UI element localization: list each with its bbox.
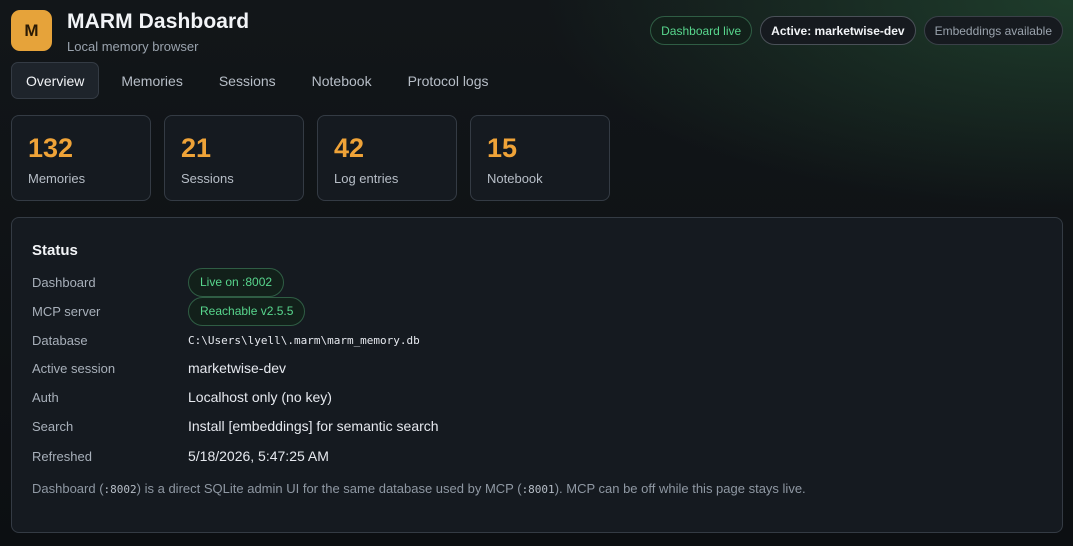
footnote-text: ) is a direct SQLite admin UI for the sa… — [136, 481, 522, 496]
status-row-label: Dashboard — [32, 274, 96, 290]
tab-sessions[interactable]: Sessions — [201, 62, 294, 99]
auth-value: Localhost only (no key) — [188, 389, 332, 405]
tab-memories[interactable]: Memories — [103, 62, 200, 99]
header-status-pills: Dashboard live Active: marketwise-dev Em… — [650, 16, 1063, 45]
status-row-label: Auth — [32, 389, 59, 405]
stat-label: Memories — [28, 171, 86, 186]
active-session-pill: Active: marketwise-dev — [760, 16, 916, 45]
status-row-label: Database — [32, 332, 88, 348]
app-title: MARM Dashboard — [67, 10, 250, 33]
search-value: Install [embeddings] for semantic search — [188, 418, 439, 434]
dashboard-status-badge: Live on :8002 — [188, 267, 285, 297]
refreshed-timestamp: 5/18/2026, 5:47:25 AM — [188, 448, 329, 464]
app-logo: M — [11, 10, 52, 51]
mcp-status-badge: Reachable v2.5.5 — [188, 296, 306, 326]
stat-label: Notebook — [487, 171, 543, 186]
status-panel: Status Dashboard Live on :8002 MCP serve… — [11, 217, 1063, 533]
footnote-text: Dashboard ( — [32, 481, 104, 496]
embeddings-pill: Embeddings available — [923, 16, 1063, 45]
status-row-search: Search Install [embeddings] for semantic… — [32, 412, 1042, 440]
mcp-port-code: :8001 — [521, 483, 555, 496]
header: M MARM Dashboard Local memory browser Da… — [11, 10, 1063, 54]
status-row-mcp-server: MCP server Reachable v2.5.5 — [32, 296, 1042, 326]
status-row-label: Search — [32, 418, 74, 434]
main-tabs: Overview Memories Sessions Notebook Prot… — [11, 62, 507, 99]
stats-cards: 132 Memories 21 Sessions 42 Log entries … — [11, 115, 610, 201]
dashboard-port-code: :8002 — [103, 483, 137, 496]
stat-value: 15 — [487, 133, 518, 163]
status-row-database: Database C:\Users\lyell\.marm\marm_memor… — [32, 326, 1042, 354]
stat-card-memories: 132 Memories — [11, 115, 151, 201]
stat-label: Sessions — [181, 171, 234, 186]
tab-protocol-logs[interactable]: Protocol logs — [390, 62, 507, 99]
status-panel-title: Status — [32, 242, 78, 259]
status-row-label: Active session — [32, 360, 116, 376]
stat-card-sessions: 21 Sessions — [164, 115, 304, 201]
database-path: C:\Users\lyell\.marm\marm_memory.db — [188, 333, 420, 347]
tab-notebook[interactable]: Notebook — [294, 62, 390, 99]
stat-label: Log entries — [334, 171, 399, 186]
stat-value: 21 — [181, 133, 212, 163]
stat-value: 42 — [334, 133, 365, 163]
active-session-value: marketwise-dev — [188, 360, 287, 376]
status-row-auth: Auth Localhost only (no key) — [32, 383, 1042, 411]
status-row-active-session: Active session marketwise-dev — [32, 354, 1042, 382]
stat-card-notebook: 15 Notebook — [470, 115, 610, 201]
status-row-dashboard: Dashboard Live on :8002 — [32, 267, 1042, 297]
stat-value: 132 — [28, 133, 74, 163]
stat-card-log-entries: 42 Log entries — [317, 115, 457, 201]
status-row-label: Refreshed — [32, 448, 92, 464]
app-subtitle: Local memory browser — [67, 39, 199, 54]
status-row-label: MCP server — [32, 303, 101, 319]
dashboard-live-pill: Dashboard live — [650, 16, 753, 45]
status-footnote: Dashboard (:8002) is a direct SQLite adm… — [32, 481, 806, 496]
status-row-refreshed: Refreshed 5/18/2026, 5:47:25 AM — [32, 442, 1042, 470]
footnote-text: ). MCP can be off while this page stays … — [554, 481, 806, 496]
tab-overview[interactable]: Overview — [11, 62, 100, 99]
